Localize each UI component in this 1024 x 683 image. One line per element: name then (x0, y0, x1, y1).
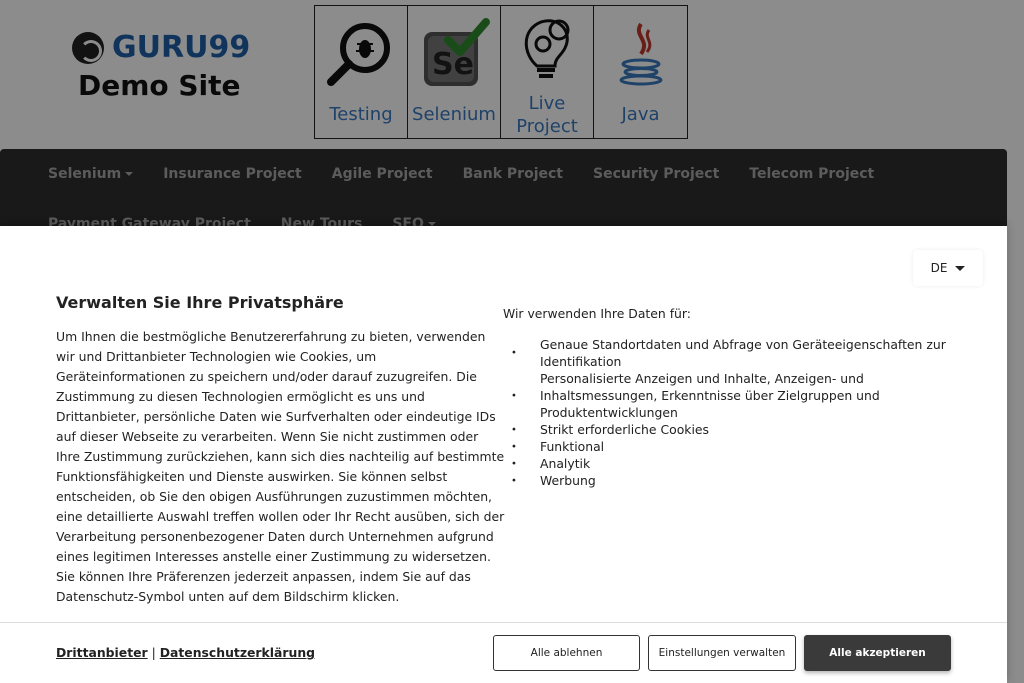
consent-title: Verwalten Sie Ihre Privatsphäre (56, 293, 344, 312)
purposes-heading: Wir verwenden Ihre Daten für: (503, 306, 691, 321)
reject-all-button[interactable]: Alle ablehnen (493, 635, 640, 671)
purpose-item: Werbung (511, 472, 951, 489)
privacy-policy-link[interactable]: Datenschutzerklärung (160, 645, 315, 660)
purpose-item: Genaue Standortdaten und Abfrage von Ger… (511, 336, 951, 370)
link-separator: | (151, 645, 156, 660)
purpose-item: Funktional (511, 438, 951, 455)
purposes-list: Genaue Standortdaten und Abfrage von Ger… (511, 336, 951, 489)
footer-divider (0, 622, 1007, 623)
caret-down-icon (955, 265, 966, 271)
accept-all-button[interactable]: Alle akzeptieren (804, 635, 951, 671)
third-parties-link[interactable]: Drittanbieter (56, 645, 148, 660)
cookie-consent-dialog: DE Verwalten Sie Ihre Privatsphäre Um Ih… (0, 226, 1007, 683)
manage-settings-button[interactable]: Einstellungen verwalten (648, 635, 796, 671)
language-value: DE (930, 261, 948, 275)
purpose-item: Analytik (511, 455, 951, 472)
footer-links: Drittanbieter | Datenschutzerklärung (56, 645, 315, 660)
consent-description: Um Ihnen die bestmögliche Benutzererfahr… (56, 329, 505, 604)
language-selector[interactable]: DE (913, 250, 983, 286)
purpose-item: Personalisierte Anzeigen und Inhalte, An… (511, 370, 951, 421)
purpose-item: Strikt erforderliche Cookies (511, 421, 951, 438)
